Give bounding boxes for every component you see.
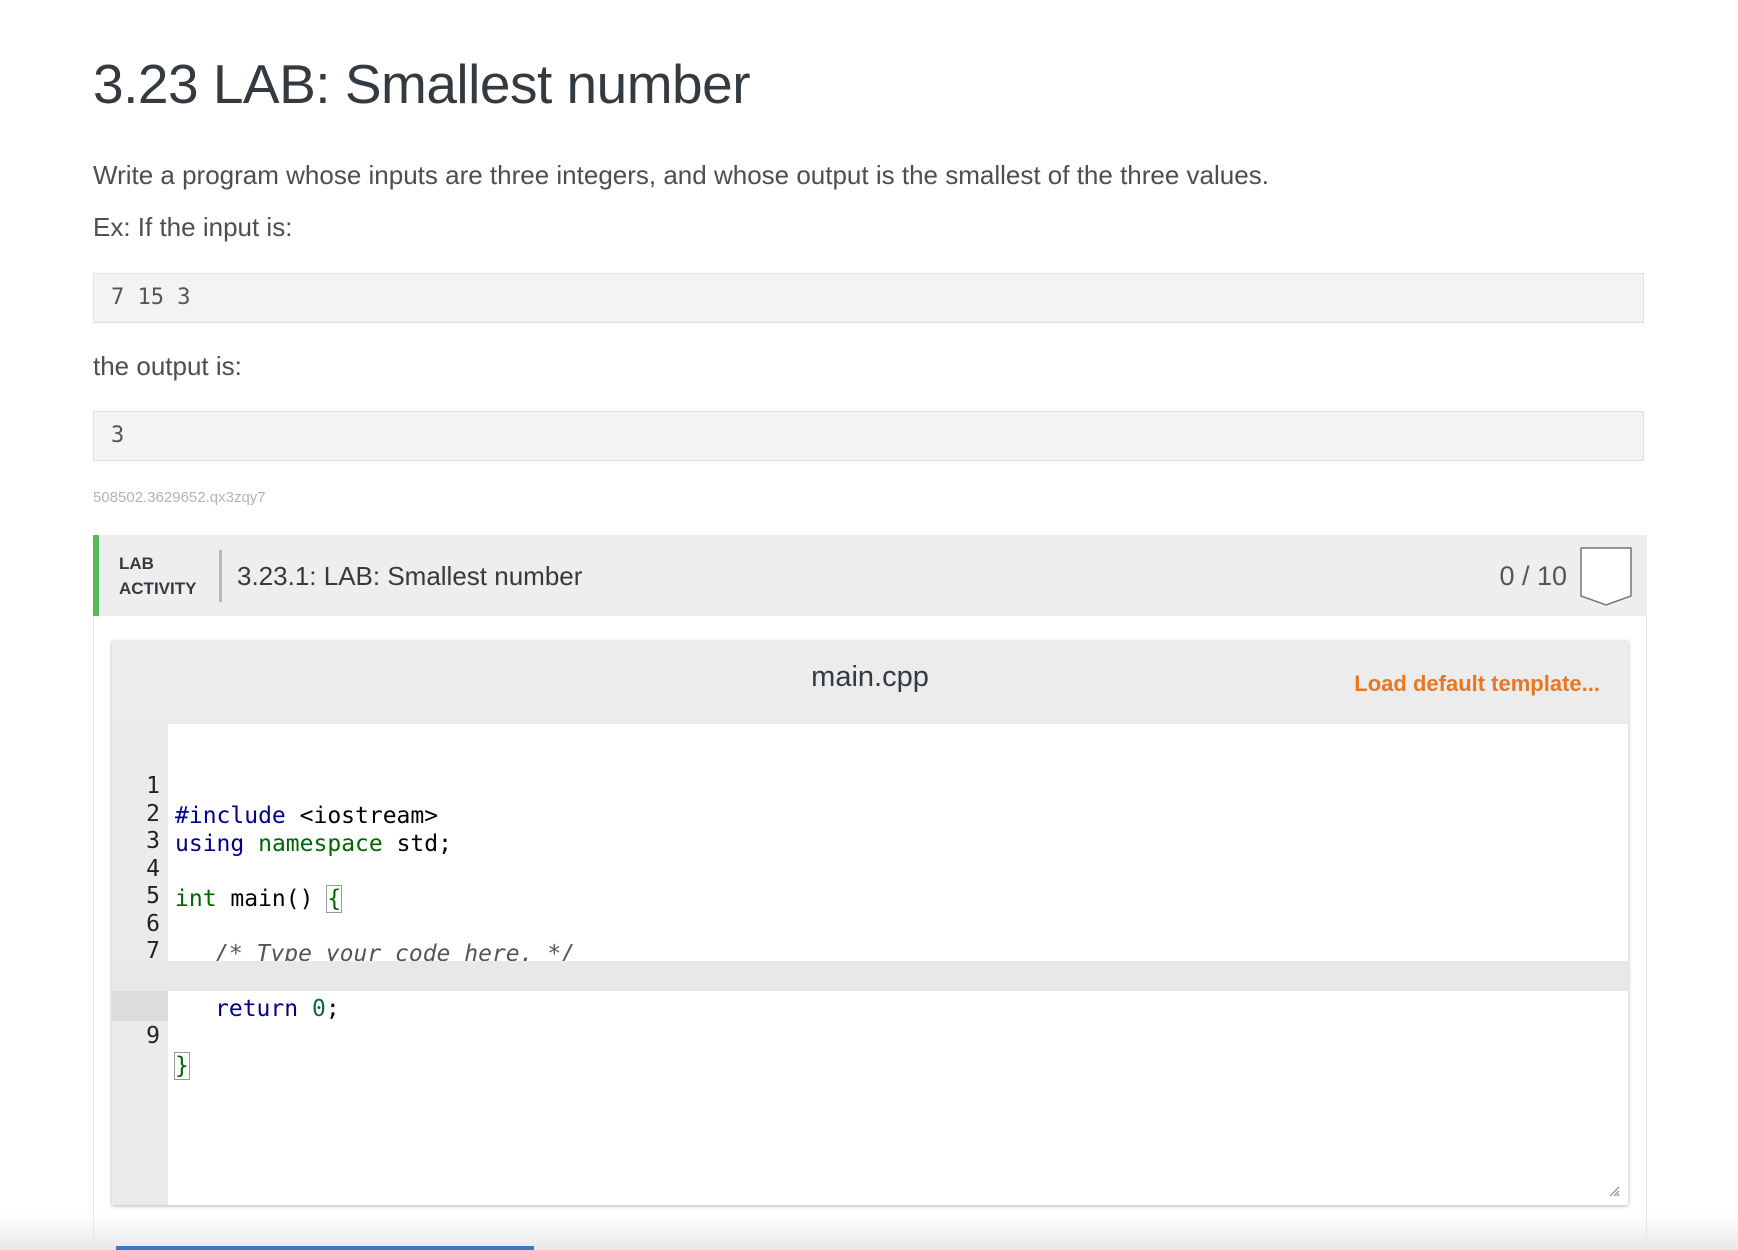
code-line[interactable]: 8 return 0; bbox=[112, 934, 1628, 1022]
content-id: 508502.3629652.qx3zqy7 bbox=[93, 489, 266, 506]
lab-activity-name: 3.23.1: LAB: Smallest number bbox=[237, 561, 583, 591]
resize-handle-icon[interactable] bbox=[1608, 1185, 1620, 1197]
lab-tag-line1: LAB bbox=[119, 554, 154, 573]
line-number: 9 bbox=[146, 1023, 160, 1049]
code-line[interactable]: 3 bbox=[112, 796, 1628, 854]
line-content: } bbox=[174, 1051, 190, 1081]
lab-activity-tag: LAB ACTIVITY bbox=[119, 551, 196, 601]
code-line[interactable]: 7 bbox=[112, 906, 1628, 964]
score-badge-icon bbox=[1580, 547, 1632, 606]
code-line[interactable]: 6 /* Type your code here. */ bbox=[112, 879, 1628, 967]
lab-description: Write a program whose inputs are three i… bbox=[93, 160, 1269, 190]
active-line-gutter bbox=[112, 991, 168, 1021]
lab-tag-line2: ACTIVITY bbox=[119, 579, 197, 598]
lab-activity-header: LAB ACTIVITY 3.23.1: LAB: Smallest numbe… bbox=[93, 535, 1647, 616]
example-input-intro: Ex: If the input is: bbox=[93, 212, 293, 242]
code-line[interactable]: 2 using namespace std; bbox=[112, 769, 1628, 857]
code-line[interactable]: 1 #include <iostream> bbox=[112, 741, 1628, 829]
example-input-box: 7 15 3 bbox=[93, 273, 1644, 323]
example-output-intro: the output is: bbox=[93, 351, 242, 381]
code-line[interactable]: 5 bbox=[112, 851, 1628, 909]
bottom-tab-indicator[interactable] bbox=[116, 1246, 534, 1250]
lab-header-divider bbox=[219, 550, 222, 602]
page: 3.23 LAB: Smallest number Write a progra… bbox=[0, 0, 1738, 1250]
matching-bracket: } bbox=[174, 1052, 190, 1080]
bottom-fade bbox=[0, 1212, 1738, 1250]
code-line[interactable]: 4 int main() { bbox=[112, 824, 1628, 913]
editor-header: main.cpp Load default template... bbox=[112, 641, 1628, 724]
code-editor: main.cpp Load default template... 1 #inc… bbox=[112, 641, 1628, 1205]
example-output-box: 3 bbox=[93, 411, 1644, 461]
line-content: return 0; bbox=[215, 995, 340, 1022]
page-title: 3.23 LAB: Smallest number bbox=[93, 53, 751, 115]
load-default-template-link[interactable]: Load default template... bbox=[1354, 671, 1600, 697]
lab-score: 0 / 10 bbox=[1499, 561, 1567, 591]
code-line-active[interactable]: 9 } bbox=[112, 961, 1628, 1080]
